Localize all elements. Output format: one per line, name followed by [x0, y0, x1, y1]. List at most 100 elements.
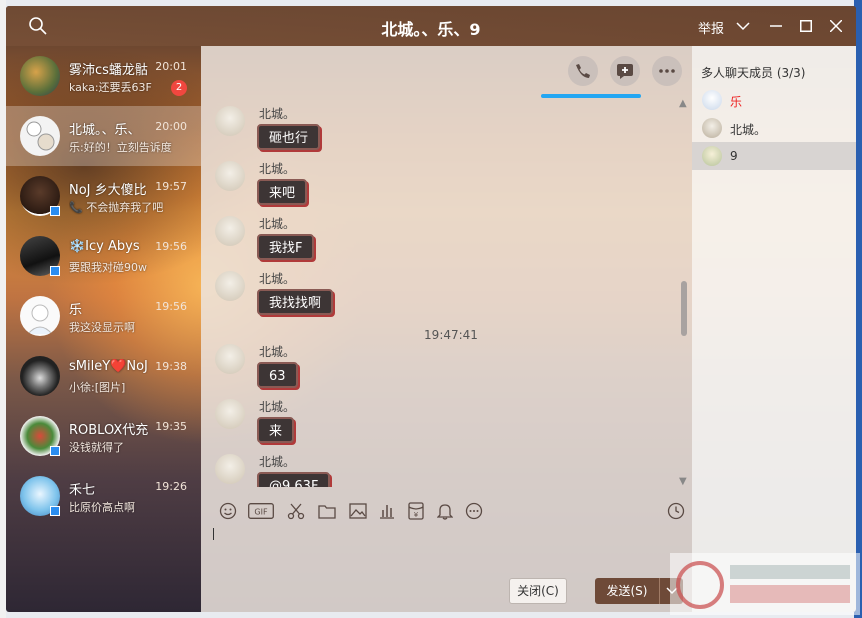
more-icon[interactable]	[652, 56, 682, 86]
message-sender: 北城。	[259, 162, 296, 176]
mobile-device-icon	[50, 506, 60, 516]
message-bubble[interactable]: 砸也行	[257, 124, 321, 150]
member-item-selected[interactable]: 9	[692, 142, 856, 170]
chevron-down-icon[interactable]	[733, 16, 753, 36]
message-list: 北城。 砸也行 北城。 来吧 北城。 我找F 北城。 我找找啊 19:47:41	[201, 102, 692, 487]
message-sender: 北城。	[259, 107, 296, 121]
chat-window: 北城。、乐、9 举报 雾沛cs蟠龙骷 kaka:还要丢63F 20:01 2 北…	[6, 6, 856, 612]
members-panel: 多人聊天成员 (3/3) 乐 北城。 9	[692, 46, 856, 612]
avatar	[702, 118, 722, 138]
bell-icon[interactable]	[434, 500, 456, 522]
member-item[interactable]: 乐	[692, 86, 856, 114]
conversation-item[interactable]: ROBLOX代充 没钱就得了 19:35	[6, 406, 201, 466]
conversation-preview: 我这没显示啊	[69, 321, 135, 334]
conversation-preview: 📞 不会抛弃我了吧	[69, 201, 164, 214]
maximize-icon[interactable]	[796, 16, 816, 36]
chat-panel: 北城。 砸也行 北城。 来吧 北城。 我找F 北城。 我找找啊 19:47:41	[201, 46, 692, 612]
conversation-item-active[interactable]: 北城。、乐、 乐:好的！立刻告诉度 20:00	[6, 106, 201, 166]
conversation-time: 19:57	[155, 180, 187, 193]
scroll-up-icon[interactable]: ▲	[679, 98, 687, 109]
members-title: 多人聊天成员 (3/3)	[701, 66, 806, 80]
report-link[interactable]: 举报	[698, 18, 724, 37]
chart-icon[interactable]	[376, 500, 398, 522]
conversation-time: 19:35	[155, 420, 187, 433]
conversation-time: 19:56	[155, 300, 187, 313]
conversation-preview: 乐:好的！立刻告诉度	[69, 141, 172, 154]
svg-text:¥: ¥	[414, 511, 419, 519]
folder-icon[interactable]	[316, 500, 338, 522]
avatar	[702, 90, 722, 110]
message-bubble[interactable]: 来吧	[257, 179, 308, 205]
send-button[interactable]: 发送(S)	[595, 578, 659, 604]
avatar	[215, 161, 245, 191]
conversation-item[interactable]: sMileY❤️NoJ 小徐:[图片] 19:38	[6, 346, 201, 406]
avatar	[20, 56, 60, 96]
watermark-logo	[670, 553, 860, 615]
close-icon[interactable]	[826, 16, 846, 36]
message-bubble[interactable]: 我找F	[257, 234, 315, 260]
emoji-icon[interactable]	[217, 500, 239, 522]
time-divider: 19:47:41	[424, 328, 478, 342]
conversation-name: sMileY❤️NoJ	[69, 359, 148, 374]
conversation-item[interactable]: ❄️Icy Abys 要跟我对碰90w 19:56	[6, 226, 201, 286]
conversation-name: ROBLOX代充	[69, 423, 149, 438]
conversation-item[interactable]: 乐 我这没显示啊 19:56	[6, 286, 201, 346]
conversation-item[interactable]: 禾七 比原价高点啊 19:26	[6, 466, 201, 526]
more-tools-icon[interactable]	[463, 500, 485, 522]
close-button[interactable]: 关闭(C)	[509, 578, 567, 604]
conversation-name: 雾沛cs蟠龙骷	[69, 63, 148, 78]
conversation-item[interactable]: NoJ 乡大傻比 📞 不会抛弃我了吧 19:57	[6, 166, 201, 226]
message-bubble[interactable]: 来	[257, 417, 295, 443]
scroll-down-icon[interactable]: ▼	[679, 476, 687, 487]
avatar	[215, 106, 245, 136]
conversation-name: 北城。、乐、	[69, 123, 141, 138]
avatar	[215, 454, 245, 484]
svg-text:GIF: GIF	[254, 508, 268, 517]
input-toolbar: GIF ¥	[201, 496, 692, 526]
member-name: 9	[730, 149, 738, 163]
add-chat-icon[interactable]	[610, 56, 640, 86]
scroll-indicator	[541, 94, 641, 98]
message-sender: 北城。	[259, 345, 296, 359]
conversation-preview: 没钱就得了	[69, 441, 124, 454]
image-icon[interactable]	[347, 500, 369, 522]
minimize-icon[interactable]	[766, 16, 786, 36]
member-item[interactable]: 北城。	[692, 114, 856, 142]
red-packet-icon[interactable]: ¥	[405, 500, 427, 522]
conversation-item[interactable]: 雾沛cs蟠龙骷 kaka:还要丢63F 20:01 2	[6, 46, 201, 106]
scrollbar-thumb[interactable]	[681, 281, 687, 336]
message-sender: 北城。	[259, 217, 296, 231]
mobile-device-icon	[50, 206, 60, 216]
message-sender: 北城。	[259, 272, 296, 286]
avatar	[215, 216, 245, 246]
history-clock-icon[interactable]	[665, 500, 687, 522]
conversation-name: NoJ 乡大傻比	[69, 183, 147, 198]
window-title: 北城。、乐、9	[381, 20, 481, 39]
message-sender: 北城。	[259, 455, 296, 469]
avatar	[20, 116, 60, 156]
avatar	[215, 271, 245, 301]
gif-icon[interactable]: GIF	[247, 500, 275, 522]
chat-toolbar	[568, 56, 682, 86]
phone-icon[interactable]	[568, 56, 598, 86]
message-bubble[interactable]: 我找找啊	[257, 289, 334, 315]
member-name: 乐	[730, 95, 743, 109]
unread-badge: 2	[171, 80, 187, 96]
conversation-name: 乐	[69, 303, 83, 318]
conversation-time: 19:26	[155, 480, 187, 493]
search-icon[interactable]	[28, 16, 48, 36]
message-input[interactable]	[211, 524, 681, 564]
message-bubble[interactable]: @9 63F	[257, 472, 331, 487]
mobile-device-icon	[50, 446, 60, 456]
conversation-name: ❄️Icy Abys	[69, 239, 140, 254]
conversation-time: 20:00	[155, 120, 187, 133]
message-sender: 北城。	[259, 400, 296, 414]
conversation-list: 雾沛cs蟠龙骷 kaka:还要丢63F 20:01 2 北城。、乐、 乐:好的！…	[6, 46, 201, 612]
avatar	[702, 146, 722, 166]
conversation-preview: 比原价高点啊	[69, 501, 135, 514]
message-bubble[interactable]: 63	[257, 362, 298, 388]
conversation-time: 19:38	[155, 360, 187, 373]
member-name: 北城。	[730, 123, 767, 137]
conversation-preview: 小徐:[图片]	[69, 381, 126, 394]
scissors-icon[interactable]	[285, 500, 307, 522]
